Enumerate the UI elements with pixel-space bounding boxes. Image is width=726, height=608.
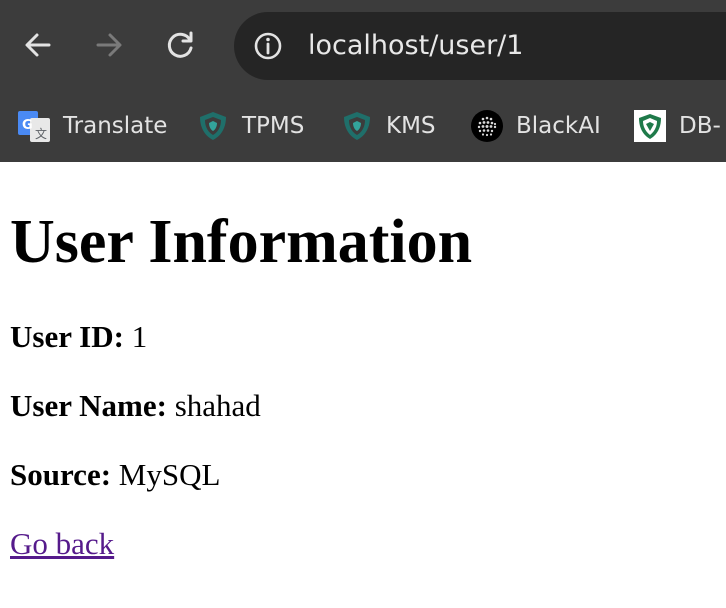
field-label: User ID: [10,319,124,354]
bookmark-kms[interactable]: KMS [341,106,436,146]
field-label: Source: [10,457,112,492]
google-translate-icon: G 文 [18,110,50,142]
browser-chrome: localhost/user/1 G 文 Translate TPMS KMS … [0,0,726,162]
bookmark-label: BlackAI [516,113,601,139]
field-value: MySQL [111,457,221,492]
svg-text:G: G [22,118,33,133]
back-button[interactable] [15,22,61,68]
user-id-row: User ID: 1 [10,319,147,355]
page-title: User Information [10,208,473,276]
site-info-button[interactable] [252,30,284,62]
shield-icon [197,110,229,142]
bookmarks-bar: G 文 Translate TPMS KMS BlackAI DB- [0,96,726,156]
field-label: User Name: [10,388,167,423]
bookmark-label: KMS [386,113,436,139]
bookmark-label: TPMS [242,113,305,139]
go-back-link[interactable]: Go back [10,526,114,562]
bookmark-db[interactable]: DB- [634,106,721,146]
user-name-row: User Name: shahad [10,388,261,424]
info-icon [254,32,282,60]
browser-toolbar: localhost/user/1 [0,0,726,92]
bookmark-tpms[interactable]: TPMS [197,106,304,146]
page-content: User Information User ID: 1 User Name: s… [10,162,726,561]
shield-icon [341,110,373,142]
forward-button[interactable] [86,22,132,68]
arrow-right-icon [96,33,122,57]
bookmark-label: DB- [679,113,721,139]
reload-button[interactable] [158,22,204,68]
bookmark-label: Translate [63,113,168,139]
bookmark-blackai[interactable]: BlackAI [471,106,601,146]
bookmark-translate[interactable]: G 文 Translate [18,106,167,146]
emblem-icon [634,110,666,142]
svg-text:文: 文 [35,126,47,141]
arrow-left-icon [25,33,51,57]
reload-icon [167,31,193,58]
address-bar[interactable]: localhost/user/1 [234,12,726,80]
dots-sphere-icon [471,110,503,142]
field-value: shahad [166,388,261,423]
source-row: Source: MySQL [10,457,220,493]
url-text[interactable]: localhost/user/1 [308,28,523,64]
field-value: 1 [123,319,148,354]
